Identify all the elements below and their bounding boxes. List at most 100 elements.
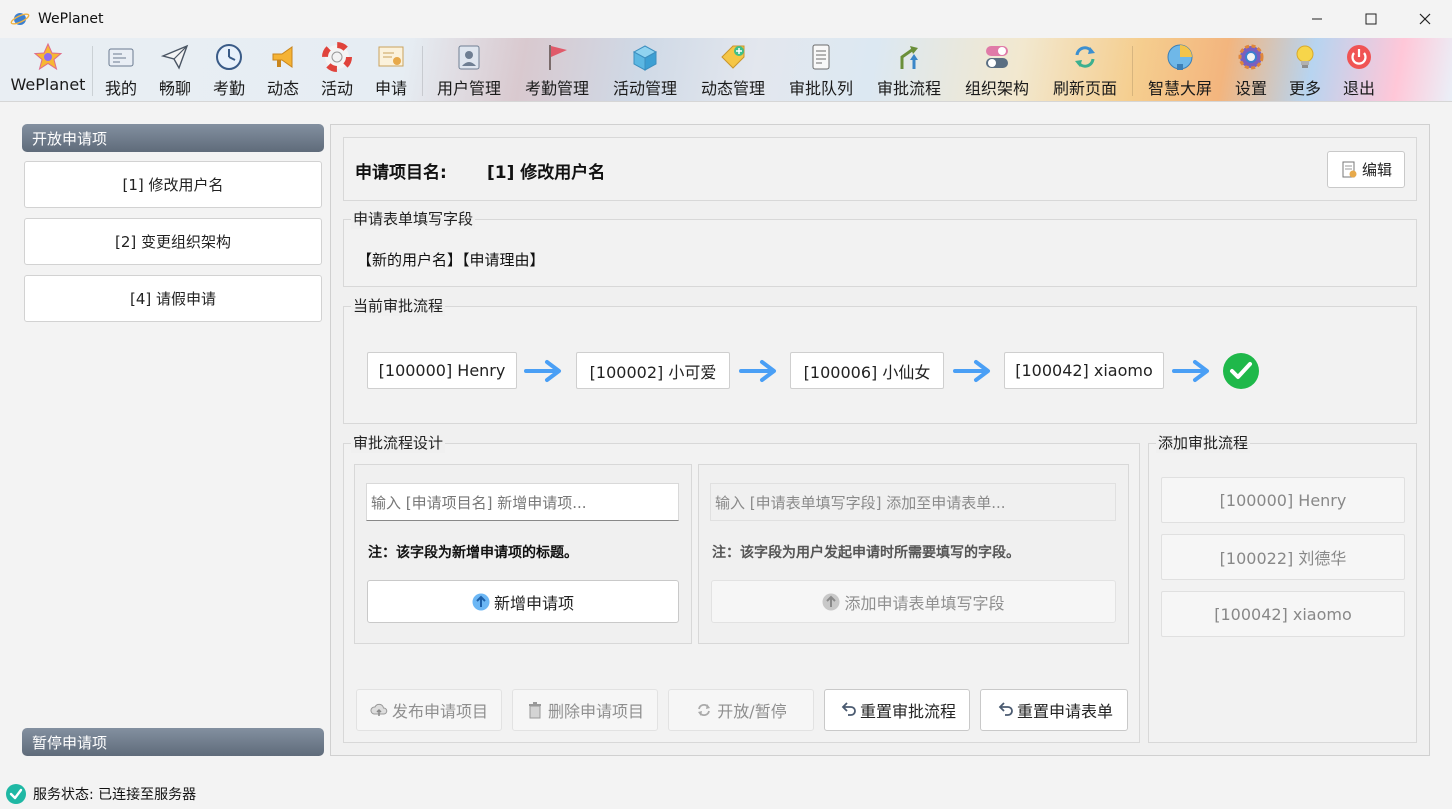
- arrow-right-icon: [739, 360, 776, 382]
- application-list-panel: 开放申请项 [1] 修改用户名 [2] 变更组织架构 [4] 请假申请 暂停申请…: [22, 124, 324, 756]
- toolbar-moments-manage[interactable]: 动态管理: [692, 38, 774, 102]
- delete-button-label: 删除申请项目: [547, 702, 644, 721]
- refresh-icon: [695, 701, 713, 719]
- toolbar-label: 考勤管理: [524, 79, 589, 98]
- close-icon: [1419, 13, 1431, 25]
- id-card-icon: [108, 48, 134, 67]
- upload-arrow-icon: [472, 593, 490, 611]
- toolbar-attendance[interactable]: 考勤: [204, 38, 254, 102]
- delete-button[interactable]: 删除申请项目: [512, 689, 658, 731]
- reset-flow-button[interactable]: 重置审批流程: [824, 689, 970, 731]
- paper-plane-icon: [160, 44, 189, 70]
- title-bar: WePlanet: [0, 0, 1452, 38]
- toggle-open-pause-button[interactable]: 开放/暂停: [668, 689, 814, 731]
- approver-item[interactable]: [100022] 刘德华: [1161, 534, 1405, 580]
- open-application-item[interactable]: [1] 修改用户名: [24, 161, 322, 208]
- paused-applications-header: 暂停申请项: [22, 728, 324, 756]
- flow-node: [100006] 小仙女: [790, 352, 944, 389]
- new-item-input[interactable]: 输入 [申请项目名] 新增申请项...: [366, 483, 679, 521]
- add-field-input[interactable]: 输入 [申请表单填写字段] 添加至申请表单...: [710, 483, 1116, 521]
- form-fields-value: 【新的用户名】【申请理由】: [357, 251, 545, 269]
- add-field-note: 注：该字段为用户发起申请时所需要填写的字段。: [712, 545, 1020, 561]
- flow-node: [100000] Henry: [367, 352, 517, 389]
- add-approver-title: 添加审批流程: [1156, 432, 1251, 453]
- megaphone-icon: [272, 46, 293, 68]
- open-applications-header: 开放申请项: [22, 124, 324, 152]
- open-application-item[interactable]: [4] 请假申请: [24, 275, 322, 322]
- toggles-icon: [986, 46, 1008, 68]
- toolbar-label: 审批流程: [876, 79, 941, 98]
- certificate-icon: [378, 46, 404, 67]
- flow-arrows-icon: [900, 46, 918, 69]
- main-toolbar: WePlanet 我的 畅聊 考勤 动态 活动 申请 用户管理 考勤管理 活动管…: [0, 38, 1452, 102]
- upload-arrow-icon: [822, 593, 840, 611]
- minimize-button[interactable]: [1290, 0, 1344, 38]
- toolbar-label: 审批队列: [788, 79, 853, 98]
- planet-icon: [10, 13, 30, 25]
- gear-icon: [1238, 44, 1264, 70]
- lifebuoy-icon: [322, 42, 352, 72]
- toolbar-chat[interactable]: 畅聊: [150, 38, 200, 102]
- toolbar-more[interactable]: 更多: [1280, 38, 1330, 102]
- approver-item[interactable]: [100042] xiaomo: [1161, 591, 1405, 637]
- toggle-button-label: 开放/暂停: [717, 702, 787, 721]
- new-item-button[interactable]: 新增申请项: [367, 580, 679, 623]
- publish-button-label: 发布申请项目: [391, 702, 488, 721]
- open-application-item[interactable]: [2] 变更组织架构: [24, 218, 322, 265]
- check-complete-icon: [1223, 353, 1259, 389]
- approver-item[interactable]: [100000] Henry: [1161, 477, 1405, 523]
- toolbar-exit[interactable]: 退出: [1334, 38, 1384, 102]
- window-title: WePlanet: [38, 11, 104, 27]
- reset-form-button[interactable]: 重置申请表单: [980, 689, 1128, 731]
- toolbar-label: 动态: [266, 79, 299, 98]
- toolbar-label: 用户管理: [436, 79, 501, 98]
- form-fields-title: 申请表单填写字段: [351, 208, 476, 229]
- maximize-icon: [1365, 13, 1377, 25]
- toolbar-label: 我的: [104, 79, 137, 98]
- status-bar: 服务状态: 已连接至服务器: [0, 778, 1452, 809]
- add-field-button-label: 添加申请表单填写字段: [844, 593, 1005, 613]
- close-button[interactable]: [1398, 0, 1452, 38]
- toolbar-refresh[interactable]: 刷新页面: [1044, 38, 1126, 102]
- lightbulb-icon: [1296, 45, 1314, 68]
- reset-form-button-label: 重置申请表单: [1016, 702, 1113, 721]
- connected-check-icon: [6, 783, 26, 804]
- toolbar-smart-screen[interactable]: 智慧大屏: [1138, 38, 1222, 102]
- new-item-button-label: 新增申请项: [493, 593, 574, 613]
- toolbar-settings[interactable]: 设置: [1226, 38, 1276, 102]
- toolbar-activity-manage[interactable]: 活动管理: [604, 38, 686, 102]
- arrow-right-icon: [1172, 360, 1209, 382]
- undo-arrow-icon: [838, 701, 856, 719]
- item-name-label: 申请项目名:: [355, 163, 447, 183]
- edit-button[interactable]: 编辑: [1327, 151, 1405, 188]
- maximize-button[interactable]: [1344, 0, 1398, 38]
- toolbar-activity[interactable]: 活动: [312, 38, 362, 102]
- toolbar-org-structure[interactable]: 组织架构: [956, 38, 1038, 102]
- toolbar-attendance-manage[interactable]: 考勤管理: [516, 38, 598, 102]
- toolbar-weplanet[interactable]: WePlanet: [8, 38, 88, 102]
- new-item-note: 注：该字段为新增申请项的标题。: [368, 545, 578, 561]
- toolbar-label: 活动: [320, 79, 353, 98]
- toolbar-label: 畅聊: [158, 79, 191, 98]
- publish-button[interactable]: 发布申请项目: [356, 689, 502, 731]
- toolbar-my[interactable]: 我的: [96, 38, 146, 102]
- current-flow-title: 当前审批流程: [351, 295, 446, 316]
- minimize-icon: [1312, 18, 1322, 20]
- cloud-upload-icon: [370, 701, 388, 719]
- application-detail-panel: 申请项目名: [1] 修改用户名 编辑 申请表单填写字段 【新的用户名】【申请理…: [330, 124, 1430, 756]
- toolbar-user-manage[interactable]: 用户管理: [428, 38, 510, 102]
- toolbar-approval-flow[interactable]: 审批流程: [868, 38, 950, 102]
- toolbar-apply[interactable]: 申请: [366, 38, 416, 102]
- toolbar-label: 申请: [374, 79, 407, 98]
- flow-design-title: 审批流程设计: [351, 432, 446, 453]
- add-field-button[interactable]: 添加申请表单填写字段: [711, 580, 1116, 623]
- undo-arrow-icon: [995, 701, 1013, 719]
- toolbar-label: 考勤: [212, 79, 245, 98]
- refresh-icon: [1075, 46, 1095, 68]
- toolbar-label: 更多: [1288, 79, 1321, 98]
- user-manage-icon: [458, 45, 480, 70]
- toolbar-label: WePlanet: [10, 75, 86, 94]
- flow-node: [100042] xiaomo: [1004, 352, 1164, 389]
- toolbar-moments[interactable]: 动态: [258, 38, 308, 102]
- toolbar-approval-queue[interactable]: 审批队列: [780, 38, 862, 102]
